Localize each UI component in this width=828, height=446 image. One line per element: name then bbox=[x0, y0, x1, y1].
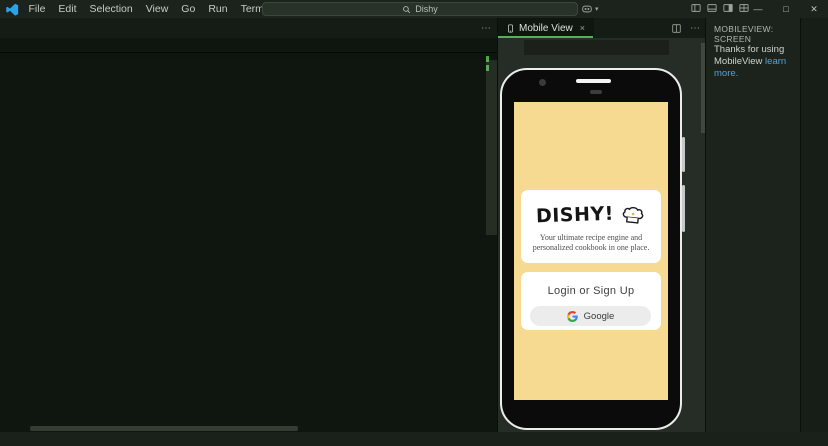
maximize-button[interactable]: □ bbox=[772, 0, 800, 18]
login-title: Login or Sign Up bbox=[547, 285, 635, 297]
phone-sensor bbox=[590, 90, 602, 94]
command-center-search[interactable]: Dishy bbox=[262, 2, 578, 16]
minimize-button[interactable]: — bbox=[744, 0, 772, 18]
menu-view[interactable]: View bbox=[139, 3, 175, 15]
preview-toolbar bbox=[524, 40, 669, 55]
phone-volume-button bbox=[682, 137, 685, 172]
vscode-logo-icon bbox=[5, 3, 19, 16]
vertical-scrollbar[interactable] bbox=[486, 60, 497, 235]
more-actions-icon[interactable]: ⋯ bbox=[690, 23, 700, 34]
sidebar-thanks-text: Thanks for using MobileView learn more. bbox=[714, 44, 787, 79]
app-logo-text: DISHY! bbox=[535, 202, 614, 228]
login-card: Login or Sign Up Google bbox=[521, 272, 661, 330]
tab-mobile-view[interactable]: Mobile View × bbox=[498, 18, 594, 38]
close-button[interactable]: ✕ bbox=[800, 0, 828, 18]
layout-left-icon[interactable] bbox=[690, 2, 702, 14]
status-bar bbox=[0, 432, 828, 446]
editor-group-preview: Mobile View × ⋯ DISHY! Your ultimate rec… bbox=[497, 18, 706, 432]
branding-card: DISHY! Your ultimate recipe engine and p… bbox=[521, 190, 661, 263]
google-logo-icon bbox=[566, 310, 578, 322]
chef-hat-icon bbox=[619, 202, 647, 229]
sticky-scroll bbox=[0, 52, 497, 53]
menu-edit[interactable]: Edit bbox=[52, 3, 83, 15]
phone-speaker bbox=[576, 79, 611, 83]
more-actions-icon[interactable]: ⋯ bbox=[481, 23, 491, 34]
google-login-button[interactable]: Google bbox=[530, 306, 651, 326]
layout-controls bbox=[690, 2, 750, 14]
chevron-down-icon: ▾ bbox=[595, 5, 599, 13]
tab-bar: ⋯ bbox=[0, 18, 497, 38]
mobile-view-webview: DISHY! Your ultimate recipe engine and p… bbox=[498, 38, 706, 432]
horizontal-scrollbar[interactable] bbox=[30, 426, 298, 431]
breadcrumb[interactable] bbox=[0, 38, 497, 52]
overview-ruler[interactable] bbox=[486, 52, 497, 432]
layout-bottom-icon[interactable] bbox=[706, 2, 718, 14]
tab-close-icon[interactable]: × bbox=[580, 23, 585, 33]
phone-power-button bbox=[682, 185, 685, 232]
title-bar: FileEditSelectionViewGoRunTerminalHelp ←… bbox=[0, 0, 828, 18]
mobileview-sidebar: MOBILEVIEW: SCREEN Thanks for using Mobi… bbox=[705, 18, 801, 432]
split-editor-icon[interactable] bbox=[671, 23, 682, 34]
tab-label: Mobile View bbox=[519, 22, 573, 34]
activity-bar bbox=[800, 18, 828, 432]
menu-go[interactable]: Go bbox=[175, 3, 202, 15]
window-controls: — □ ✕ bbox=[744, 0, 828, 18]
vscode-window: FileEditSelectionViewGoRunTerminalHelp ←… bbox=[0, 0, 828, 446]
phone-screen: DISHY! Your ultimate recipe engine and p… bbox=[514, 102, 668, 400]
copilot-icon[interactable]: ▾ bbox=[581, 2, 599, 15]
phone-mockup: DISHY! Your ultimate recipe engine and p… bbox=[500, 68, 685, 430]
editor-group-code: ⋯ bbox=[0, 18, 497, 432]
search-value: Dishy bbox=[415, 4, 438, 14]
app-tagline: Your ultimate recipe engine and personal… bbox=[532, 233, 650, 252]
google-button-label: Google bbox=[583, 310, 615, 322]
layout-right-icon[interactable] bbox=[722, 2, 734, 14]
menu-selection[interactable]: Selection bbox=[83, 3, 139, 15]
search-icon bbox=[402, 5, 411, 14]
sidebar-title: MOBILEVIEW: SCREEN bbox=[714, 24, 774, 44]
mobile-view-tab-icon bbox=[506, 23, 515, 34]
phone-camera bbox=[539, 79, 546, 86]
preview-tab-bar: Mobile View × ⋯ bbox=[498, 18, 706, 38]
menu-file[interactable]: File bbox=[22, 3, 52, 15]
menu-run[interactable]: Run bbox=[202, 3, 234, 15]
code-editor[interactable] bbox=[0, 52, 497, 432]
